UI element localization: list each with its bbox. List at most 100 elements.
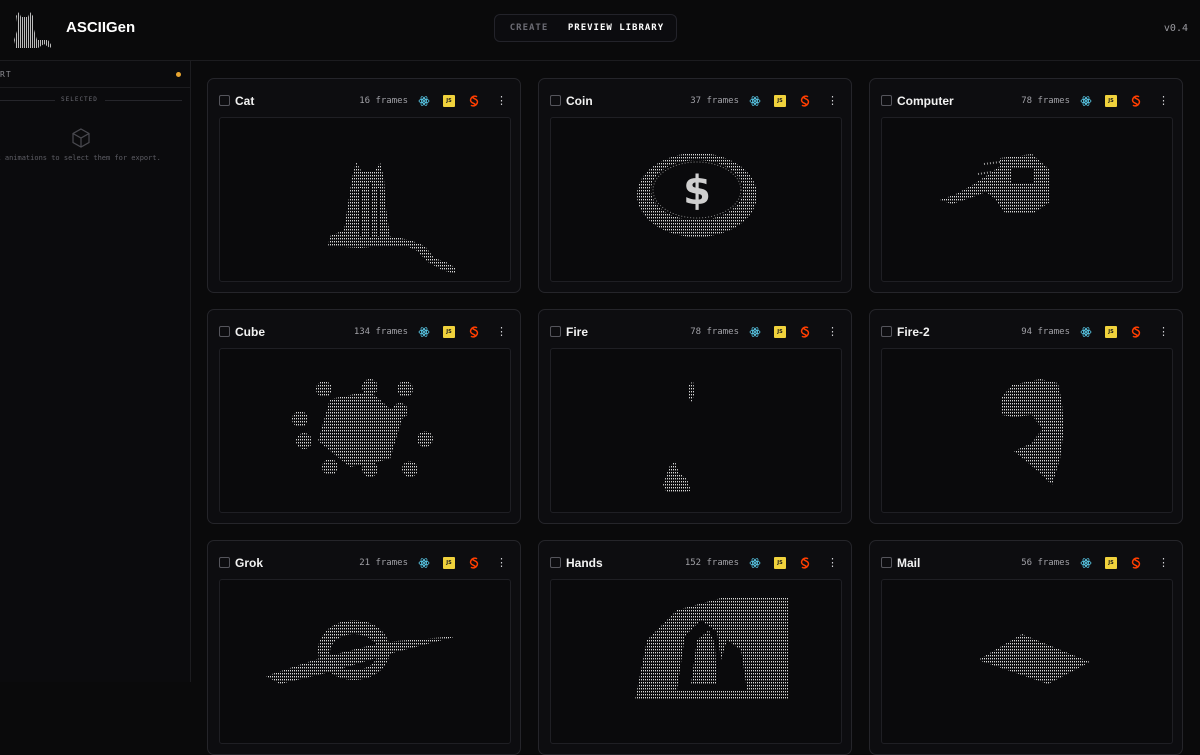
sidebar-header[interactable]: RT (0, 61, 190, 88)
animation-card[interactable]: Fire 78 frames JS ⋮ (538, 309, 852, 524)
empty-selection-hint: ick animations to select them for export… (0, 154, 161, 162)
svelte-icon[interactable] (799, 326, 811, 338)
card-title: Fire (566, 325, 589, 339)
select-checkbox[interactable] (881, 326, 892, 337)
ascii-preview[interactable] (550, 348, 842, 513)
svelte-icon[interactable] (799, 95, 811, 107)
card-title: Grok (235, 556, 264, 570)
react-icon[interactable] (749, 557, 761, 569)
javascript-icon[interactable]: JS (1105, 557, 1117, 569)
javascript-icon[interactable]: JS (1105, 326, 1117, 338)
app-title: ASCIIGen (66, 19, 136, 36)
top-bar: ASCIIGen CREATE PREVIEW LIBRARY v0.4 (0, 0, 1200, 61)
javascript-icon[interactable]: JS (443, 326, 455, 338)
select-checkbox[interactable] (550, 95, 561, 106)
more-vertical-icon[interactable]: ⋮ (1158, 95, 1169, 107)
react-icon[interactable] (749, 326, 761, 338)
select-checkbox[interactable] (219, 557, 230, 568)
ascii-preview[interactable] (219, 117, 511, 282)
hands-ascii-art (635, 598, 789, 700)
card-header: Computer 78 frames JS ⋮ (870, 79, 1182, 117)
frame-count: 37 frames (690, 96, 739, 106)
javascript-icon[interactable]: JS (774, 557, 786, 569)
mail-ascii-art (978, 634, 1090, 684)
ascii-preview[interactable] (219, 348, 511, 513)
react-icon[interactable] (418, 95, 430, 107)
more-vertical-icon[interactable]: ⋮ (827, 95, 838, 107)
animation-card[interactable]: Mail 56 frames JS ⋮ (869, 540, 1183, 755)
grok-ascii-art (266, 620, 458, 684)
svelte-icon[interactable] (468, 557, 480, 569)
react-icon[interactable] (1080, 95, 1092, 107)
select-checkbox[interactable] (219, 95, 230, 106)
more-vertical-icon[interactable]: ⋮ (1158, 557, 1169, 569)
animation-card[interactable]: Fire-2 94 frames JS ⋮ (869, 309, 1183, 524)
react-icon[interactable] (418, 557, 430, 569)
select-checkbox[interactable] (881, 557, 892, 568)
react-icon[interactable] (1080, 557, 1092, 569)
card-header: Cat 16 frames JS ⋮ (208, 79, 520, 117)
version-label: v0.4 (1163, 23, 1188, 34)
more-vertical-icon[interactable]: ⋮ (496, 326, 507, 338)
tab-create[interactable]: CREATE (501, 19, 557, 37)
javascript-icon[interactable]: JS (774, 326, 786, 338)
ascii-preview[interactable] (881, 348, 1173, 513)
frame-count: 94 frames (1021, 327, 1070, 337)
cat-ascii-art (328, 162, 456, 274)
select-checkbox[interactable] (881, 95, 892, 106)
animation-card[interactable]: Grok 21 frames JS ⋮ (207, 540, 521, 755)
frame-count: 78 frames (1021, 96, 1070, 106)
card-header: Cube 134 frames JS ⋮ (208, 310, 520, 348)
svelte-icon[interactable] (1130, 95, 1142, 107)
frame-count: 21 frames (359, 558, 408, 568)
animation-card[interactable]: Coin 37 frames JS ⋮ $ (538, 78, 852, 293)
more-vertical-icon[interactable]: ⋮ (827, 326, 838, 338)
more-vertical-icon[interactable]: ⋮ (1158, 326, 1169, 338)
app-logo (14, 12, 52, 48)
more-vertical-icon[interactable]: ⋮ (496, 557, 507, 569)
javascript-icon[interactable]: JS (1105, 95, 1117, 107)
react-icon[interactable] (418, 326, 430, 338)
select-checkbox[interactable] (219, 326, 230, 337)
more-vertical-icon[interactable]: ⋮ (827, 557, 838, 569)
select-checkbox[interactable] (550, 326, 561, 337)
animation-card[interactable]: Cube 134 frames JS ⋮ (207, 309, 521, 524)
card-header: Coin 37 frames JS ⋮ (539, 79, 851, 117)
animation-card[interactable]: Hands 152 frames JS ⋮ (538, 540, 852, 755)
cube-ascii-art (292, 379, 433, 477)
frame-count: 78 frames (690, 327, 739, 337)
card-header: Mail 56 frames JS ⋮ (870, 541, 1182, 579)
cube-icon (72, 128, 90, 148)
tab-preview-library[interactable]: PREVIEW LIBRARY (561, 19, 671, 37)
animation-card[interactable]: Cat 16 frames JS ⋮ (207, 78, 521, 293)
svelte-icon[interactable] (1130, 326, 1142, 338)
ascii-preview[interactable] (881, 579, 1173, 744)
ascii-preview[interactable]: $ (550, 117, 842, 282)
export-sidebar: RT SELECTED ick animations to select the… (0, 61, 191, 682)
card-title: Fire-2 (897, 325, 930, 339)
javascript-icon[interactable]: JS (774, 95, 786, 107)
svg-text:$: $ (683, 168, 711, 214)
more-vertical-icon[interactable]: ⋮ (496, 95, 507, 107)
card-header: Hands 152 frames JS ⋮ (539, 541, 851, 579)
card-title: Computer (897, 94, 954, 108)
ascii-preview[interactable] (550, 579, 842, 744)
svelte-icon[interactable] (468, 95, 480, 107)
fire2-ascii-art (1002, 379, 1064, 485)
react-icon[interactable] (749, 95, 761, 107)
svelte-icon[interactable] (468, 326, 480, 338)
svelte-icon[interactable] (1130, 557, 1142, 569)
svelte-icon[interactable] (799, 557, 811, 569)
javascript-icon[interactable]: JS (443, 557, 455, 569)
card-header: Fire-2 94 frames JS ⋮ (870, 310, 1182, 348)
react-icon[interactable] (1080, 326, 1092, 338)
divider-line (105, 100, 182, 101)
select-checkbox[interactable] (550, 557, 561, 568)
status-dot (176, 72, 181, 77)
javascript-icon[interactable]: JS (443, 95, 455, 107)
ascii-preview[interactable] (881, 117, 1173, 282)
animation-card[interactable]: Computer 78 frames JS ⋮ (869, 78, 1183, 293)
card-header: Grok 21 frames JS ⋮ (208, 541, 520, 579)
computer-ascii-art (940, 154, 1050, 214)
ascii-preview[interactable] (219, 579, 511, 744)
